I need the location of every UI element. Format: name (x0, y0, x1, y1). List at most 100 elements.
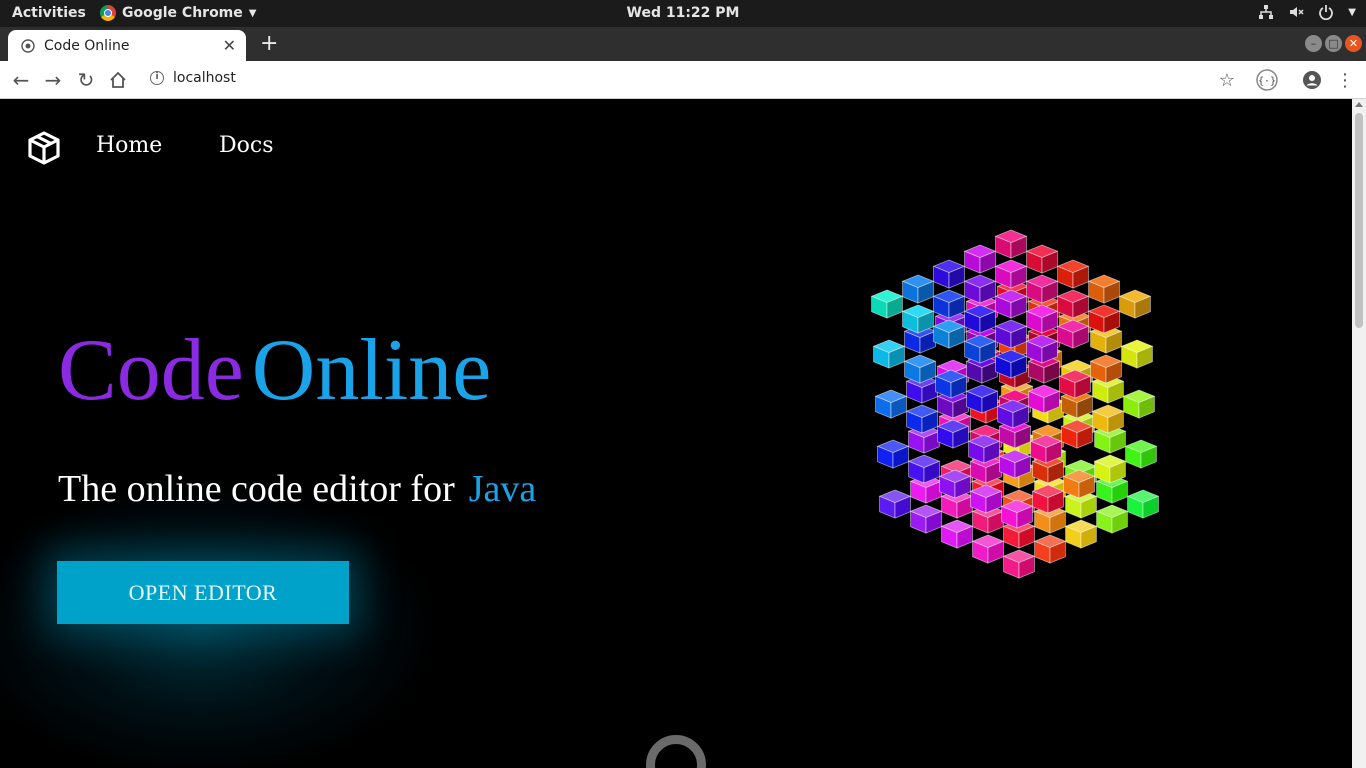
color-cube (994, 319, 1028, 349)
address-bar[interactable]: localhost (173, 70, 236, 86)
color-cube (874, 389, 908, 419)
app-menu[interactable]: Google Chrome ▼ (100, 5, 256, 21)
color-cube (932, 259, 966, 289)
color-cube (936, 419, 970, 449)
scrollbar-thumb[interactable] (1355, 113, 1363, 328)
back-button[interactable]: ← (9, 68, 33, 92)
volume-muted-icon (1290, 7, 1304, 17)
activities-button[interactable]: Activities (12, 5, 86, 21)
color-cube (1002, 549, 1036, 579)
color-cube (1064, 519, 1098, 549)
minimize-window-button[interactable]: – (1305, 35, 1322, 52)
nav-home-link[interactable]: Home (96, 133, 162, 158)
hero-tagline: The online code editor for Java (58, 467, 536, 511)
system-top-bar: Activities Google Chrome ▼ Wed 11:22 PM … (0, 0, 1366, 27)
power-icon (1319, 5, 1334, 20)
color-cube (1118, 289, 1152, 319)
color-cube (1000, 499, 1034, 529)
page-content: Home Docs CodeOnline The online code edi… (0, 99, 1352, 768)
tab-title: Code Online (44, 37, 130, 54)
color-cube (998, 449, 1032, 479)
color-cube (963, 304, 997, 334)
color-cube (901, 274, 935, 304)
color-cube (1087, 274, 1121, 304)
svg-text:{·}: {·} (1258, 76, 1276, 87)
profile-button[interactable] (1300, 68, 1324, 92)
extension-icon: {·} (1256, 69, 1278, 91)
color-cube (878, 489, 912, 519)
close-window-button[interactable]: ✕ (1345, 35, 1362, 52)
color-cube (909, 504, 943, 534)
tagline-language: Java (468, 468, 537, 510)
color-cube (907, 454, 941, 484)
color-cube (1124, 439, 1158, 469)
new-tab-button[interactable]: + (260, 31, 278, 56)
system-tray[interactable]: ▼ (1258, 4, 1356, 20)
clock[interactable]: Wed 11:22 PM (627, 5, 740, 21)
color-cube (1025, 274, 1059, 304)
color-cube (938, 469, 972, 499)
color-cube (1025, 244, 1059, 274)
color-cube (1120, 339, 1154, 369)
color-cube (872, 339, 906, 369)
scroll-up-arrow-icon[interactable] (1355, 102, 1363, 107)
color-cube (1091, 404, 1125, 434)
color-cube (1060, 419, 1094, 449)
color-cube (1062, 469, 1096, 499)
spinner-icon (646, 735, 706, 768)
color-cube (1025, 304, 1059, 334)
color-cube (1093, 454, 1127, 484)
tagline-text: The online code editor for (58, 468, 455, 510)
color-cube (994, 349, 1028, 379)
nav-docs-link[interactable]: Docs (219, 133, 274, 158)
color-cube (1056, 259, 1090, 289)
page-scrollbar[interactable] (1352, 99, 1366, 768)
color-cube (901, 304, 935, 334)
color-cube (963, 274, 997, 304)
close-tab-icon[interactable]: ✕ (223, 36, 236, 55)
reload-button[interactable]: ↻ (74, 68, 98, 92)
bookmark-star-icon[interactable]: ☆ (1215, 68, 1239, 92)
forward-button[interactable]: → (41, 68, 65, 92)
color-cube (996, 399, 1030, 429)
color-cube (994, 229, 1028, 259)
app-menu-label: Google Chrome (122, 5, 243, 21)
color-cube (1027, 384, 1061, 414)
chevron-down-icon: ▼ (1348, 6, 1356, 18)
open-editor-button[interactable]: OPEN EDITOR (57, 561, 349, 624)
tab-code-online[interactable]: Code Online ✕ (8, 30, 246, 61)
color-cube (965, 384, 999, 414)
home-button[interactable] (106, 68, 130, 92)
color-cube (1029, 434, 1063, 464)
account-icon (1303, 71, 1321, 89)
maximize-window-button[interactable]: □ (1325, 35, 1342, 52)
hero-title-online: Online (251, 322, 492, 419)
extension-button[interactable]: {·} (1255, 68, 1279, 92)
tab-strip: Code Online ✕ + – □ ✕ (0, 27, 1366, 61)
color-cube (969, 484, 1003, 514)
color-cube (870, 289, 904, 319)
color-cube (994, 289, 1028, 319)
menu-button[interactable]: ⋮ (1333, 68, 1357, 92)
color-cube (1095, 504, 1129, 534)
color-cube (1025, 334, 1059, 364)
color-cube (932, 289, 966, 319)
color-cube (971, 534, 1005, 564)
home-icon (110, 71, 126, 88)
color-cube (1033, 534, 1067, 564)
color-cube-grid-illustration (870, 229, 1160, 579)
color-cube (876, 439, 910, 469)
browser-toolbar: ← → ↻ i localhost ☆ {·} ⋮ (0, 61, 1366, 99)
color-cube (1089, 354, 1123, 384)
color-cube (1058, 369, 1092, 399)
site-info-icon[interactable]: i (150, 71, 164, 85)
hero-title: CodeOnline (58, 327, 491, 415)
chevron-down-icon: ▼ (248, 7, 257, 19)
chrome-icon (100, 5, 116, 21)
cube-logo-icon[interactable] (26, 130, 62, 166)
color-cube (1122, 389, 1156, 419)
color-cube (903, 354, 937, 384)
color-cube (1031, 484, 1065, 514)
network-icon (1259, 5, 1274, 19)
color-cube (1056, 319, 1090, 349)
